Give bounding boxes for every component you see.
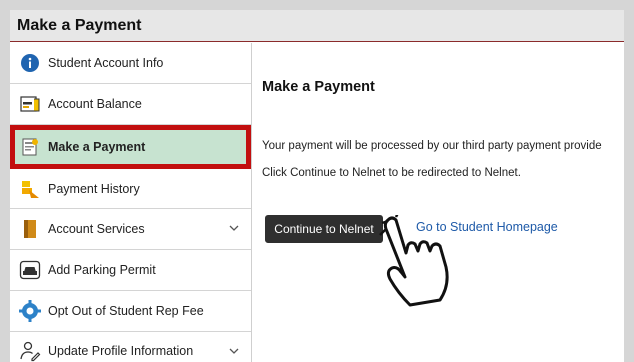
sidebar-item-account-balance[interactable]: Account Balance <box>10 84 251 125</box>
payment-icon <box>18 135 42 159</box>
payment-provider-message: Your payment will be processed by our th… <box>262 140 602 152</box>
page-title: Make a Payment <box>262 79 375 95</box>
page-frame: Make a Payment Student Account Info Acco… <box>10 10 624 362</box>
pointer-hand-icon <box>379 215 449 307</box>
balance-icon <box>18 92 42 116</box>
continue-to-nelnet-button[interactable]: Continue to Nelnet <box>265 215 383 243</box>
car-icon <box>18 258 42 282</box>
sidebar-item-update-profile-information[interactable]: Update Profile Information <box>10 332 251 362</box>
gear-icon <box>18 299 42 323</box>
redirect-message: Click Continue to Nelnet to be redirecte… <box>262 167 521 179</box>
user-edit-icon <box>18 339 42 362</box>
sidebar-item-label: Opt Out of Student Rep Fee <box>48 304 204 318</box>
sidebar-item-label: Add Parking Permit <box>48 263 156 277</box>
sidebar-item-label: Payment History <box>48 181 140 196</box>
sidebar-item-opt-out-student-rep-fee[interactable]: Opt Out of Student Rep Fee <box>10 291 251 332</box>
sidebar-item-label: Update Profile Information <box>48 344 194 358</box>
sidebar-item-label: Account Services <box>48 222 145 236</box>
sidebar-item-student-account-info[interactable]: Student Account Info <box>10 43 251 84</box>
chevron-down-icon <box>229 225 239 231</box>
sidebar-item-label: Account Balance <box>48 97 142 111</box>
main-content: Make a Payment Your payment will be proc… <box>253 43 624 362</box>
book-icon <box>18 217 42 241</box>
window-title: Make a Payment <box>10 10 624 42</box>
sidebar-item-label: Student Account Info <box>48 56 164 70</box>
chevron-down-icon <box>229 348 239 354</box>
sidebar-item-account-services[interactable]: Account Services <box>10 209 251 250</box>
sidebar-item-add-parking-permit[interactable]: Add Parking Permit <box>10 250 251 291</box>
history-icon <box>18 177 42 201</box>
sidebar-item-label: Make a Payment <box>48 140 146 154</box>
sidebar-item-make-a-payment[interactable]: Make a Payment <box>10 125 251 169</box>
info-icon <box>18 51 42 75</box>
sidebar: Student Account Info Account Balance Mak… <box>10 43 252 362</box>
sidebar-item-payment-history[interactable]: Payment History <box>10 169 251 209</box>
